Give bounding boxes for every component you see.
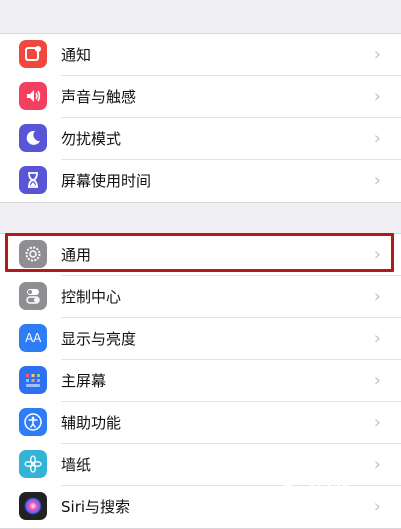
- flower-icon: [19, 450, 47, 478]
- settings-row-label: 通知: [61, 46, 92, 64]
- watermark-sub: jingyan.baidu.com: [319, 498, 393, 507]
- moon-icon: [19, 124, 47, 152]
- home-screen-icon: [19, 366, 47, 394]
- settings-row-label: 墙纸: [61, 456, 92, 474]
- watermark: Bai经验 jingyan.baidu.com: [283, 478, 393, 510]
- settings-row-label: 主屏幕: [61, 372, 107, 390]
- chevron-right-icon: ›: [373, 412, 381, 433]
- settings-row-do-not-disturb[interactable]: 勿扰模式 ›: [0, 118, 401, 160]
- toggles-icon: [19, 282, 47, 310]
- highlight-box: [5, 233, 394, 272]
- settings-row-label: 勿扰模式: [61, 130, 122, 148]
- settings-row-accessibility[interactable]: 辅助功能 ›: [0, 402, 401, 444]
- notifications-icon: [19, 40, 47, 68]
- settings-row-sounds[interactable]: 声音与触感 ›: [0, 76, 401, 118]
- chevron-right-icon: ›: [373, 44, 381, 65]
- settings-row-home-screen[interactable]: 主屏幕 ›: [0, 360, 401, 402]
- chevron-right-icon: ›: [373, 128, 381, 149]
- chevron-right-icon: ›: [373, 86, 381, 107]
- settings-row-display[interactable]: AA 显示与亮度 ›: [0, 318, 401, 360]
- chevron-right-icon: ›: [373, 170, 381, 191]
- siri-icon: [19, 492, 47, 520]
- accessibility-icon: [19, 408, 47, 436]
- chevron-right-icon: ›: [373, 286, 381, 307]
- settings-row-control-center[interactable]: 控制中心 ›: [0, 276, 401, 318]
- settings-row-label: 辅助功能: [61, 414, 122, 432]
- settings-row-label: 控制中心: [61, 288, 122, 306]
- chevron-right-icon: ›: [373, 328, 381, 349]
- aa-icon-text: AA: [25, 331, 41, 345]
- settings-row-label: 显示与亮度: [61, 330, 137, 348]
- settings-row-screen-time[interactable]: 屏幕使用时间 ›: [0, 160, 401, 202]
- settings-row-label: 声音与触感: [61, 88, 137, 106]
- hourglass-icon: [19, 166, 47, 194]
- settings-row-notifications[interactable]: 通知 ›: [0, 34, 401, 76]
- settings-group-1: 通知 › 声音与触感 › 勿扰模式 › 屏幕使用时间 ›: [0, 33, 401, 203]
- settings-row-label: Siri与搜索: [61, 498, 131, 516]
- settings-row-label: 屏幕使用时间: [61, 172, 152, 190]
- sound-icon: [19, 82, 47, 110]
- aa-icon: AA: [19, 324, 47, 352]
- chevron-right-icon: ›: [373, 370, 381, 391]
